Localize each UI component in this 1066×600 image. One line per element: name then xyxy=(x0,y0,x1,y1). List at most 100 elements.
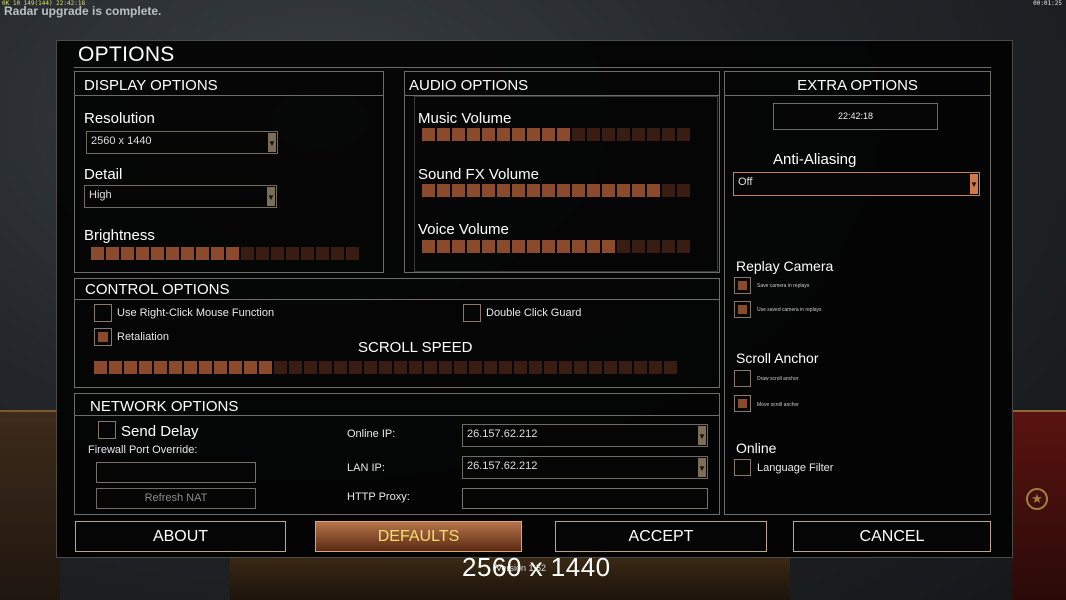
http-proxy-input[interactable] xyxy=(462,488,708,509)
slider-segment xyxy=(334,361,347,374)
sfx-volume-slider[interactable] xyxy=(422,184,690,197)
move-anchor-checkbox[interactable] xyxy=(734,395,751,412)
right-click-label: Use Right-Click Mouse Function xyxy=(117,307,275,319)
anti-aliasing-value: Off xyxy=(738,176,753,188)
slider-segment xyxy=(467,240,480,253)
defaults-button[interactable]: DEFAULTS xyxy=(315,521,522,552)
slider-segment xyxy=(634,361,647,374)
right-click-checkbox[interactable] xyxy=(94,304,112,322)
resolution-value: 2560 x 1440 xyxy=(91,135,152,147)
slider-segment xyxy=(106,247,119,260)
slider-segment xyxy=(124,361,137,374)
about-button[interactable]: ABOUT xyxy=(75,521,286,552)
slider-segment xyxy=(617,184,630,197)
voice-volume-slider[interactable] xyxy=(422,240,690,253)
slider-segment xyxy=(439,361,452,374)
save-camera-checkbox[interactable] xyxy=(734,277,751,294)
slider-segment xyxy=(557,240,570,253)
slider-segment xyxy=(482,184,495,197)
slider-segment xyxy=(274,361,287,374)
slider-segment xyxy=(499,361,512,374)
double-click-guard-label: Double Click Guard xyxy=(486,307,582,319)
slider-segment xyxy=(349,361,362,374)
slider-segment xyxy=(437,128,450,141)
slider-segment xyxy=(467,184,480,197)
hud-game-timer: 00:01:25 xyxy=(1033,0,1062,7)
replay-camera-label: Replay Camera xyxy=(736,258,834,274)
slider-segment xyxy=(304,361,317,374)
send-delay-checkbox[interactable] xyxy=(98,421,116,439)
voice-volume-label: Voice Volume xyxy=(418,221,509,238)
firewall-port-input[interactable] xyxy=(96,462,256,483)
music-volume-slider[interactable] xyxy=(422,128,690,141)
slider-segment xyxy=(331,247,344,260)
slider-segment xyxy=(437,240,450,253)
slider-segment xyxy=(677,240,690,253)
language-filter-checkbox[interactable] xyxy=(734,459,751,476)
draw-anchor-label: Draw scroll anchor xyxy=(757,376,799,382)
slider-segment xyxy=(527,184,540,197)
online-label: Online xyxy=(736,440,777,456)
detail-value: High xyxy=(89,189,112,201)
slider-segment xyxy=(662,184,675,197)
slider-segment xyxy=(184,361,197,374)
detail-select[interactable]: High ▼ xyxy=(84,185,277,208)
chevron-down-icon: ▼ xyxy=(698,458,706,477)
resolution-label: Resolution xyxy=(84,110,155,127)
slider-segment xyxy=(241,247,254,260)
retaliation-checkbox[interactable] xyxy=(94,328,112,346)
slider-segment xyxy=(379,361,392,374)
panel-title: CONTROL OPTIONS xyxy=(85,281,230,298)
slider-segment xyxy=(617,128,630,141)
slider-segment xyxy=(91,247,104,260)
refresh-nat-button[interactable]: Refresh NAT xyxy=(96,488,256,509)
panel-title: DISPLAY OPTIONS xyxy=(84,77,218,94)
slider-segment xyxy=(632,128,645,141)
slider-segment xyxy=(422,128,435,141)
slider-segment xyxy=(109,361,122,374)
slider-segment xyxy=(437,184,450,197)
draw-anchor-checkbox[interactable] xyxy=(734,370,751,387)
lan-ip-label: LAN IP: xyxy=(347,462,385,474)
slider-segment xyxy=(94,361,107,374)
detail-label: Detail xyxy=(84,166,123,183)
slider-segment xyxy=(409,361,422,374)
slider-segment xyxy=(664,361,677,374)
slider-segment xyxy=(514,361,527,374)
slider-segment xyxy=(229,361,242,374)
anti-aliasing-select[interactable]: Off ▼ xyxy=(733,172,980,196)
slider-segment xyxy=(647,240,660,253)
use-camera-checkbox[interactable] xyxy=(734,301,751,318)
lan-ip-value: 26.157.62.212 xyxy=(467,460,538,472)
chevron-down-icon: ▼ xyxy=(698,426,706,445)
hud-message: Radar upgrade is complete. xyxy=(4,4,162,18)
slider-segment xyxy=(572,184,585,197)
slider-segment xyxy=(422,184,435,197)
slider-segment xyxy=(649,361,662,374)
slider-segment xyxy=(271,247,284,260)
slider-segment xyxy=(346,247,359,260)
lan-ip-select[interactable]: 26.157.62.212 ▼ xyxy=(462,456,708,479)
sfx-volume-label: Sound FX Volume xyxy=(418,166,539,183)
slider-segment xyxy=(154,361,167,374)
scroll-speed-slider[interactable] xyxy=(94,361,677,374)
brightness-slider[interactable] xyxy=(91,247,359,260)
slider-segment xyxy=(542,240,555,253)
slider-segment xyxy=(604,361,617,374)
accept-button[interactable]: ACCEPT xyxy=(555,521,767,552)
slider-segment xyxy=(319,361,332,374)
slider-segment xyxy=(452,128,465,141)
slider-segment xyxy=(454,361,467,374)
chevron-down-icon: ▼ xyxy=(268,133,276,152)
resolution-select[interactable]: 2560 x 1440 ▼ xyxy=(86,131,278,154)
slider-segment xyxy=(527,240,540,253)
double-click-guard-checkbox[interactable] xyxy=(463,304,481,322)
cancel-button[interactable]: CANCEL xyxy=(793,521,991,552)
slider-segment xyxy=(542,128,555,141)
slider-segment xyxy=(512,128,525,141)
firewall-port-label: Firewall Port Override: xyxy=(88,444,198,456)
slider-segment xyxy=(196,247,209,260)
slider-segment xyxy=(211,247,224,260)
slider-segment xyxy=(572,128,585,141)
online-ip-select[interactable]: 26.157.62.212 ▼ xyxy=(462,424,708,447)
